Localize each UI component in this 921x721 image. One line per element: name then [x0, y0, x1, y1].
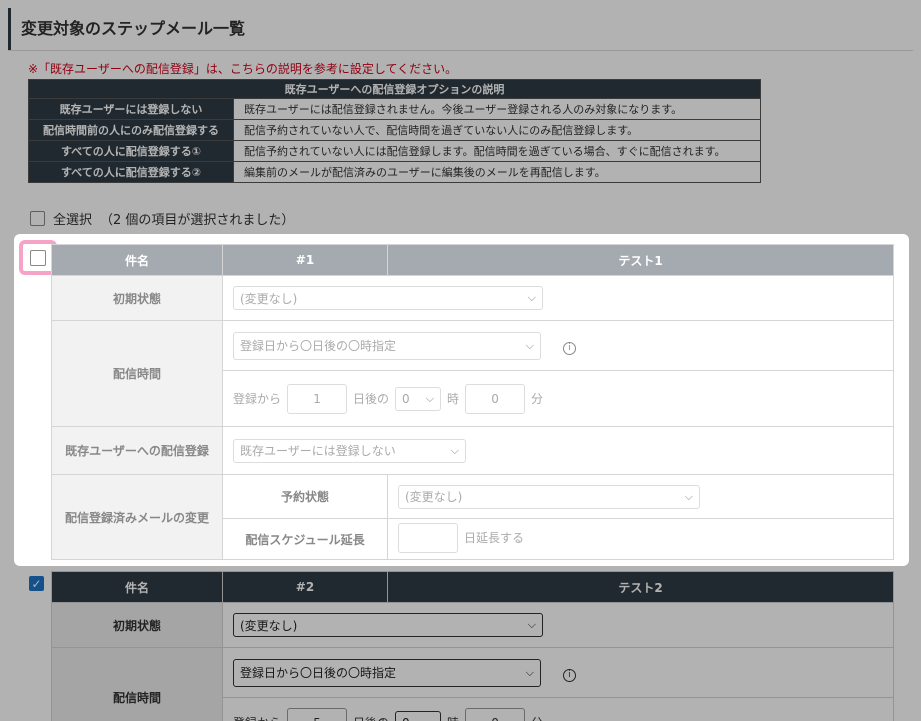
mail-2-checkbox[interactable]: ✓	[29, 576, 44, 591]
hour-label: 時	[447, 392, 460, 406]
hour-value: 0	[402, 716, 410, 721]
info-icon[interactable]: i	[562, 342, 576, 355]
delivery-time-label: 配信時間	[51, 320, 223, 427]
days-input[interactable]: 5	[287, 707, 348, 721]
explain-key: すべての人に配信登録する①	[28, 140, 234, 162]
selected-count-text: （2 個の項目が選択されました）	[100, 213, 295, 228]
select-all-row: 全選択 （2 個の項目が選択されました）	[30, 209, 294, 228]
chevron-down-icon: ⌵	[684, 489, 693, 503]
minute-input[interactable]: 0	[465, 707, 526, 721]
from-reg-label: 登録から	[233, 392, 282, 406]
minute-label: 分	[531, 392, 544, 406]
chevron-down-icon: ⌵	[525, 338, 534, 352]
minute-input[interactable]: 0	[465, 383, 526, 414]
extend-days-label: 日延長する	[464, 531, 525, 545]
select-all-label[interactable]: 全選択	[53, 209, 92, 228]
from-reg-label: 登録から	[233, 714, 281, 721]
explain-desc: 配信予約されていない人には配信登録します。配信時間を過ぎている場合、すぐに配信さ…	[233, 140, 761, 162]
subject-header: 件名	[51, 571, 223, 603]
chevron-down-icon: ⌵	[426, 716, 434, 721]
mail-number: #2	[222, 571, 388, 603]
reservation-state-label: 予約状態	[222, 474, 388, 519]
hour-label: 時	[447, 714, 459, 721]
chevron-down-icon: ⌵	[450, 443, 459, 457]
time-mode-select[interactable]: 登録日から〇日後の〇時指定 ⌵	[233, 658, 541, 687]
reservation-state-value: (変更なし)	[405, 490, 463, 504]
initial-state-label: 初期状態	[51, 275, 223, 321]
change-sent-mail-label: 配信登録済みメールの変更	[51, 474, 223, 560]
explain-desc: 既存ユーザーには配信登録されません。今後ユーザー登録される人のみ対象になります。	[233, 98, 761, 120]
mail-1-table: 件名 #1 テスト1 初期状態 (変更なし) ⌵ 配信時間 登録日から〇日後の〇…	[51, 244, 894, 560]
initial-state-value: (変更なし)	[240, 291, 298, 306]
minute-label: 分	[531, 714, 543, 721]
mail-1-card: 件名 #1 テスト1 初期状態 (変更なし) ⌵ 配信時間 登録日から〇日後の〇…	[14, 234, 909, 566]
explain-key: 配信時間前の人にのみ配信登録する	[28, 119, 234, 141]
delivery-time-label: 配信時間	[51, 647, 223, 721]
mail-subject: テスト2	[387, 571, 894, 603]
initial-state-label: 初期状態	[51, 602, 223, 648]
title-divider	[8, 50, 913, 51]
explain-caption: 既存ユーザーへの配信登録オプションの説明	[28, 79, 761, 99]
time-mode-value: 登録日から〇日後の〇時指定	[240, 666, 397, 680]
hour-select[interactable]: 0 ⌵	[395, 710, 442, 721]
time-mode-select[interactable]: 登録日から〇日後の〇時指定 ⌵	[233, 331, 541, 360]
days-input[interactable]: 1	[287, 383, 348, 414]
mail-1-checkbox[interactable]	[30, 249, 46, 266]
initial-state-select[interactable]: (変更なし) ⌵	[233, 613, 543, 637]
explain-table: 既存ユーザーへの配信登録オプションの説明 既存ユーザーには登録しない 既存ユーザ…	[28, 79, 761, 183]
explain-key: 既存ユーザーには登録しない	[28, 98, 234, 120]
days-after-label: 日後の	[353, 392, 390, 406]
schedule-extend-label: 配信スケジュール延長	[222, 518, 388, 560]
chevron-down-icon: ⌵	[527, 291, 536, 304]
existing-user-reg-label: 既存ユーザーへの配信登録	[51, 426, 223, 475]
mail-subject: テスト1	[387, 244, 894, 276]
hour-select[interactable]: 0 ⌵	[395, 386, 442, 411]
initial-state-select[interactable]: (変更なし) ⌵	[233, 286, 543, 310]
initial-state-value: (変更なし)	[240, 618, 298, 633]
chevron-down-icon: ⌵	[527, 618, 536, 631]
mail-2-table: 件名 #2 テスト2 初期状態 (変更なし) ⌵ 配信時間 登録日から〇日後の〇…	[51, 571, 894, 721]
info-icon[interactable]: i	[562, 669, 576, 682]
chevron-down-icon: ⌵	[525, 665, 534, 679]
extend-days-input[interactable]	[398, 522, 458, 553]
explain-desc: 配信予約されていない人で、配信時間を過ぎていない人にのみ配信登録します。	[233, 119, 761, 141]
days-after-label: 日後の	[353, 714, 389, 721]
reservation-state-select[interactable]: (変更なし) ⌵	[398, 484, 700, 509]
select-all-checkbox[interactable]	[30, 211, 45, 226]
notice-text: ※「既存ユーザーへの配信登録」は、こちらの説明を参考に設定してください。	[28, 62, 458, 76]
time-mode-value: 登録日から〇日後の〇時指定	[240, 339, 397, 353]
existing-user-reg-value: 既存ユーザーには登録しない	[240, 444, 396, 458]
mail-number: #1	[222, 244, 388, 276]
explain-desc: 編集前のメールが配信済みのユーザーに編集後のメールを再配信します。	[233, 161, 761, 183]
subject-header: 件名	[51, 244, 223, 276]
page-title: 変更対象のステップメール一覧	[8, 8, 913, 50]
chevron-down-icon: ⌵	[425, 391, 435, 405]
existing-user-reg-select[interactable]: 既存ユーザーには登録しない ⌵	[233, 438, 466, 463]
explain-key: すべての人に配信登録する②	[28, 161, 234, 183]
hour-value: 0	[402, 391, 410, 406]
